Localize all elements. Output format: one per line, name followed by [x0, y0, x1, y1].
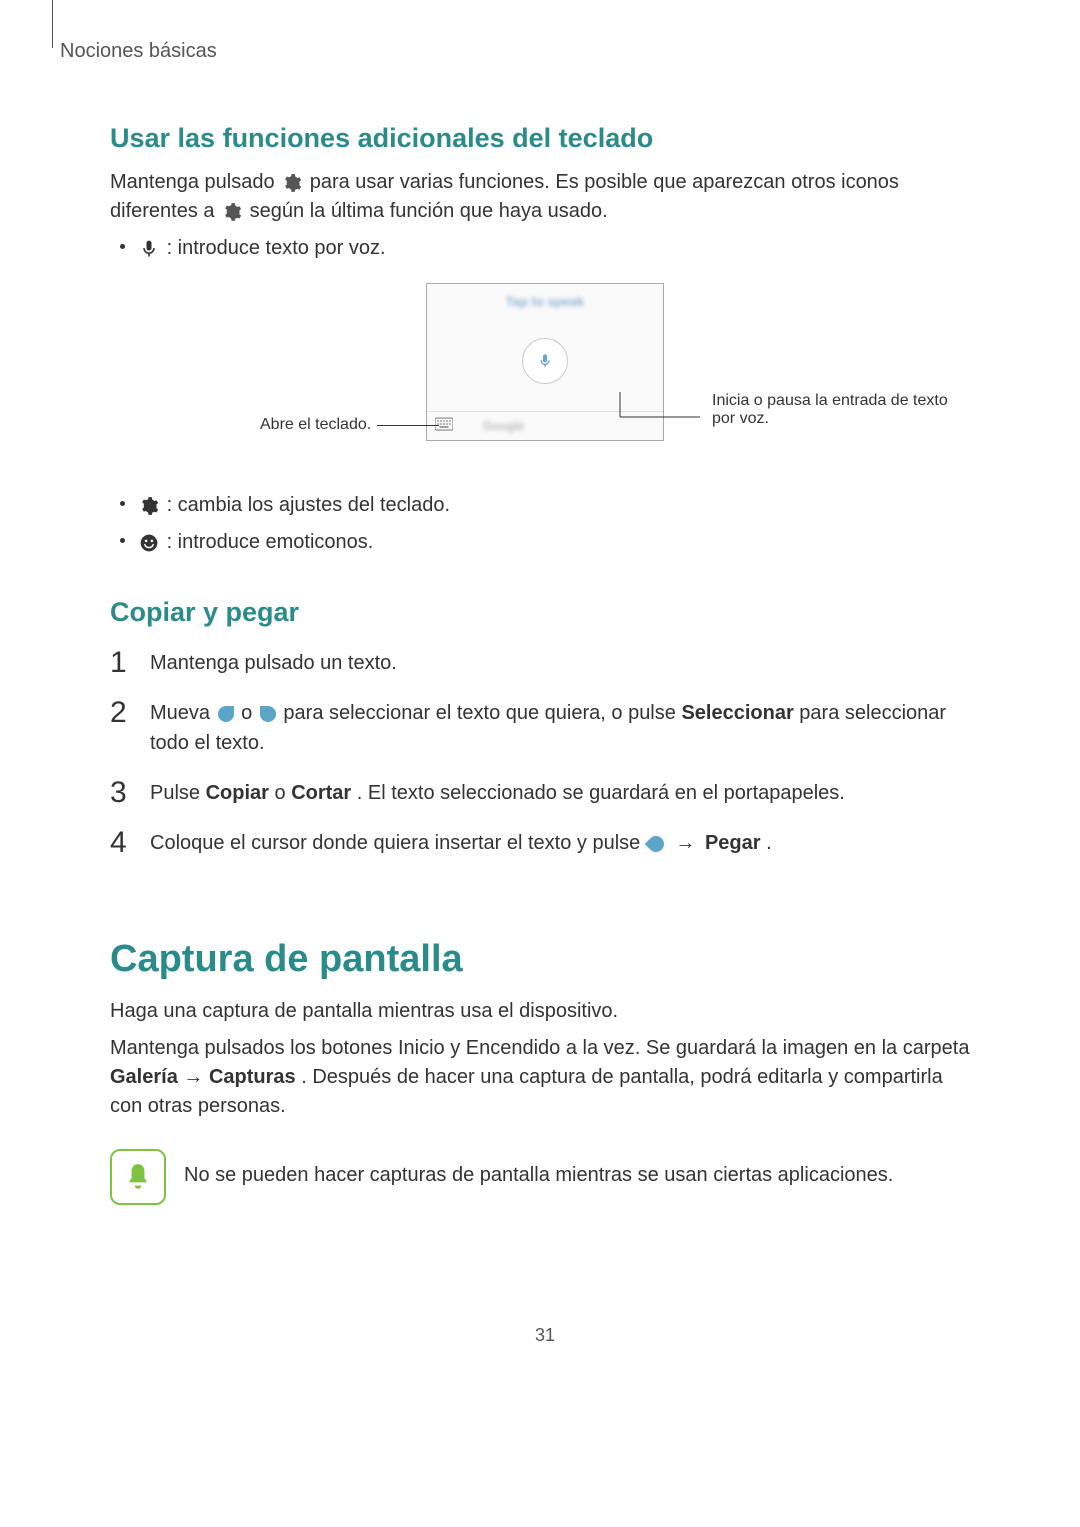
arrow-icon: →	[675, 832, 701, 854]
text: : introduce emoticonos.	[167, 531, 374, 553]
text: Coloque el cursor donde quiera insertar …	[150, 832, 646, 854]
text: Mantenga pulsados los botones Inicio y E…	[110, 1037, 969, 1059]
step-4: 4 Coloque el cursor donde quiera inserta…	[110, 828, 980, 858]
mic-button	[522, 338, 568, 384]
heading-keyboard-functions: Usar las funciones adicionales del tecla…	[110, 123, 980, 154]
text: Mueva	[150, 702, 216, 724]
text: o	[275, 782, 292, 804]
arrow-text: →	[183, 1066, 209, 1088]
text: .	[766, 832, 772, 854]
text: . El texto seleccionado se guardará en e…	[357, 782, 845, 804]
text: : introduce texto por voz.	[167, 237, 386, 259]
tap-to-speak-blur: Tap to speak	[427, 294, 663, 309]
bullet-dot	[120, 501, 125, 506]
step-number: 4	[110, 828, 134, 858]
heading-copy-paste: Copiar y pegar	[110, 597, 980, 628]
microphone-icon	[139, 239, 159, 259]
text-bold: Seleccionar	[681, 702, 793, 724]
bullet-dot	[120, 538, 125, 543]
step-text: Coloque el cursor donde quiera insertar …	[150, 828, 772, 858]
step-number: 2	[110, 698, 134, 728]
bullet-dot	[120, 244, 125, 249]
text: para seleccionar el texto que quiera, o …	[283, 702, 681, 724]
gear-icon	[139, 496, 159, 516]
callout-left: Abre el teclado.	[260, 416, 439, 434]
text-bold: Cortar	[291, 782, 351, 804]
intro-paragraph: Mantenga pulsado para usar varias funcio…	[110, 168, 980, 226]
callout-right-text: Inicia o pausa la entrada de texto por v…	[712, 392, 972, 428]
note-box: No se pueden hacer capturas de pantalla …	[110, 1149, 980, 1205]
step-text: Pulse Copiar o Cortar . El texto selecci…	[150, 778, 845, 808]
steps-list: 1 Mantenga pulsado un texto. 2 Mueva o p…	[110, 648, 980, 858]
screenshot-p1: Haga una captura de pantalla mientras us…	[110, 997, 980, 1026]
text: o	[241, 702, 258, 724]
note-icon	[110, 1149, 166, 1205]
callout-line	[377, 425, 439, 426]
selection-handle-right-icon	[260, 704, 276, 724]
heading-screenshot: Captura de pantalla	[110, 938, 980, 981]
step-number: 3	[110, 778, 134, 808]
step-number: 1	[110, 648, 134, 678]
callout-left-text: Abre el teclado.	[260, 416, 371, 434]
step-1: 1 Mantenga pulsado un texto.	[110, 648, 980, 678]
cursor-handle-icon	[648, 834, 664, 854]
gear-icon	[222, 202, 242, 222]
voice-input-diagram: Tap to speak Google Abre el teclado. Ini…	[110, 283, 980, 463]
selection-handle-left-icon	[218, 704, 234, 724]
text-bold: Capturas	[209, 1066, 296, 1088]
screenshot-p2: Mantenga pulsados los botones Inicio y E…	[110, 1034, 980, 1121]
text-bold: Galería	[110, 1066, 178, 1088]
bullet-voice: : introduce texto por voz.	[110, 234, 980, 263]
step-2: 2 Mueva o para seleccionar el texto que …	[110, 698, 980, 758]
step-text: Mantenga pulsado un texto.	[150, 648, 397, 678]
text: Pulse	[150, 782, 206, 804]
callout-line	[620, 392, 706, 437]
smiley-icon	[139, 533, 159, 553]
note-text: No se pueden hacer capturas de pantalla …	[184, 1149, 893, 1190]
text-bold: Pegar	[705, 832, 761, 854]
gear-icon	[282, 173, 302, 193]
bullet-emoji: : introduce emoticonos.	[110, 528, 980, 557]
breadcrumb: Nociones básicas	[60, 40, 980, 63]
step-text: Mueva o para seleccionar el texto que qu…	[150, 698, 980, 758]
page-number: 31	[110, 1325, 980, 1346]
callout-right: Inicia o pausa la entrada de texto por v…	[620, 392, 980, 437]
step-3: 3 Pulse Copiar o Cortar . El texto selec…	[110, 778, 980, 808]
google-blur: Google	[483, 419, 524, 433]
bullet-settings: : cambia los ajustes del teclado.	[110, 491, 980, 520]
text: Mantenga pulsado	[110, 171, 280, 193]
text: según la última función que haya usado.	[250, 200, 608, 222]
text-bold: Copiar	[206, 782, 269, 804]
text: : cambia los ajustes del teclado.	[167, 494, 451, 516]
